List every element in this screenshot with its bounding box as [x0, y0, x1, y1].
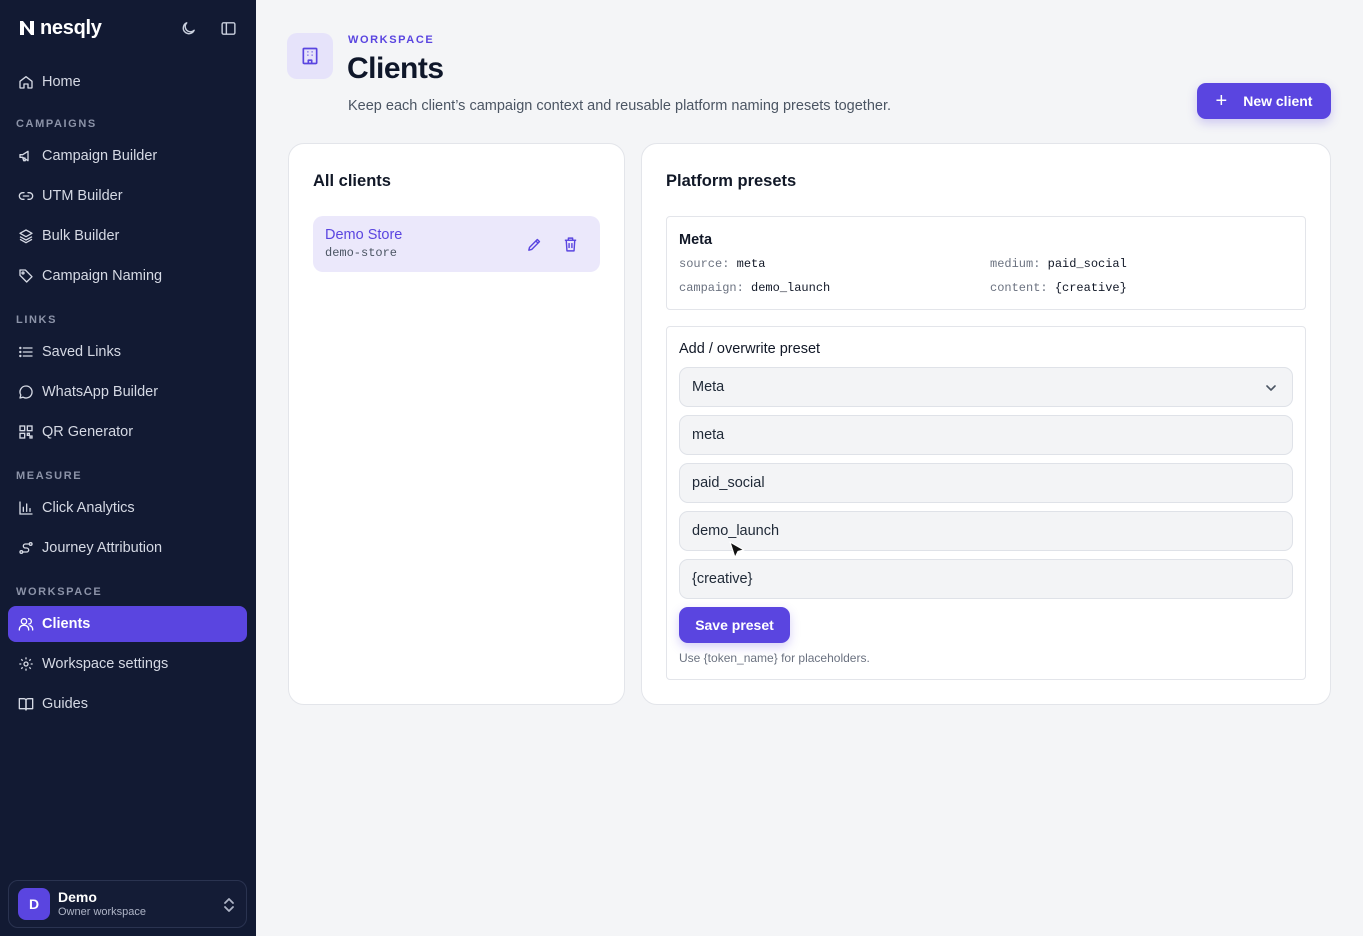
clients-card-title: All clients	[313, 172, 391, 190]
sidebar-item-campaign-builder[interactable]: Campaign Builder	[8, 138, 247, 174]
edit-client-button[interactable]	[524, 234, 544, 254]
sidebar-item-label: Campaign Naming	[42, 268, 163, 284]
sidebar-item-bulk-builder[interactable]: Bulk Builder	[8, 218, 247, 254]
sidebar-item-click-analytics[interactable]: Click Analytics	[8, 490, 247, 526]
page-icon	[287, 33, 333, 79]
client-slug: demo-store	[325, 246, 398, 260]
list-icon	[19, 346, 33, 358]
journey-icon	[19, 542, 33, 554]
campaign-input[interactable]	[679, 511, 1293, 551]
preset-content: content: {creative}	[990, 281, 1127, 295]
chevron-up-down-icon	[224, 898, 234, 912]
link-icon	[18, 192, 34, 200]
preset-form-title: Add / overwrite preset	[679, 341, 821, 357]
sidebar-item-label: Journey Attribution	[42, 540, 163, 556]
platform-select-value: Meta	[692, 379, 725, 395]
presets-card: Platform presets Meta source: meta mediu…	[641, 143, 1331, 705]
sidebar-item-journey-attribution[interactable]: Journey Attribution	[8, 530, 247, 566]
book-icon	[18, 698, 34, 711]
gear-icon	[19, 657, 33, 671]
sidebar-item-label: WhatsApp Builder	[42, 384, 159, 400]
preset-medium: medium: paid_social	[990, 257, 1127, 271]
sidebar-item-label: Guides	[42, 696, 88, 712]
platform-select[interactable]: Meta	[679, 367, 1293, 407]
users-icon	[18, 618, 34, 631]
tag-icon	[19, 269, 33, 283]
page-subtitle: Keep each client’s campaign context and …	[348, 98, 892, 114]
presets-card-title: Platform presets	[666, 172, 797, 190]
sidebar-item-home[interactable]: Home	[8, 64, 247, 100]
save-preset-button[interactable]: Save preset	[679, 607, 790, 643]
clients-card: All clients Demo Store demo-store	[288, 143, 625, 705]
sidebar-panel-icon	[220, 21, 236, 35]
bar-chart-icon	[19, 501, 33, 515]
chat-bubble-icon	[19, 385, 33, 399]
preset-name: Meta	[679, 232, 713, 248]
sidebar-item-clients[interactable]: Clients	[8, 606, 247, 642]
app-name: nesqly	[40, 16, 102, 39]
collapse-sidebar-button[interactable]	[218, 18, 238, 38]
sidebar-item-guides[interactable]: Guides	[8, 686, 247, 722]
sidebar-item-utm-builder[interactable]: UTM Builder	[8, 178, 247, 214]
sidebar-item-label: QR Generator	[42, 424, 134, 440]
dark-mode-toggle[interactable]	[178, 18, 198, 38]
pencil-icon	[527, 238, 540, 251]
chevron-down-icon	[1266, 385, 1276, 391]
logo[interactable]: nesqly	[18, 16, 240, 40]
content-input[interactable]	[679, 559, 1293, 599]
home-icon	[19, 76, 33, 89]
sidebar-item-label: Clients	[42, 616, 91, 632]
workspace-switcher[interactable]: D Demo Owner workspace	[8, 880, 247, 928]
section-label-campaigns: CAMPAIGNS	[16, 118, 97, 130]
sidebar-item-label: UTM Builder	[42, 188, 123, 204]
sidebar-item-saved-links[interactable]: Saved Links	[8, 334, 247, 370]
section-label-links: LINKS	[16, 314, 57, 326]
preset-campaign: campaign: demo_launch	[679, 281, 831, 295]
preset-summary-meta: Meta source: meta medium: paid_social ca…	[666, 216, 1306, 310]
workspace-name: Demo	[58, 889, 97, 905]
section-label-workspace: WORKSPACE	[16, 586, 103, 598]
megaphone-icon	[19, 150, 29, 162]
mouse-cursor-icon	[729, 541, 745, 559]
moon-icon	[182, 21, 195, 34]
sidebar-item-label: Saved Links	[42, 344, 121, 360]
sidebar-item-qr-generator[interactable]: QR Generator	[8, 414, 247, 450]
placeholder-hint: Use {token_name} for placeholders.	[679, 651, 870, 665]
new-client-label: New client	[1243, 93, 1313, 109]
page-eyebrow: WORKSPACE	[348, 34, 435, 46]
section-label-measure: MEASURE	[16, 470, 83, 482]
plus-icon: +	[1215, 90, 1228, 112]
sidebar-item-label: Home	[42, 74, 81, 90]
delete-client-button[interactable]	[560, 234, 580, 254]
avatar: D	[18, 888, 50, 920]
page-title: Clients	[347, 52, 444, 85]
layers-icon	[19, 229, 33, 244]
client-item-demo-store[interactable]: Demo Store demo-store	[313, 216, 600, 272]
new-client-button[interactable]: + New client	[1197, 83, 1331, 119]
logo-mark-icon	[20, 21, 34, 35]
building-icon	[302, 47, 318, 65]
sidebar: nesqly Home CAMPAIGNS Campaign Builder U…	[0, 0, 256, 936]
sidebar-item-label: Click Analytics	[42, 500, 135, 516]
client-name: Demo Store	[325, 227, 403, 243]
sidebar-item-label: Bulk Builder	[42, 228, 120, 244]
sidebar-item-label: Workspace settings	[42, 656, 169, 672]
sidebar-item-workspace-settings[interactable]: Workspace settings	[8, 646, 247, 682]
sidebar-item-label: Campaign Builder	[42, 148, 158, 164]
trash-icon	[564, 236, 576, 252]
preset-source: source: meta	[679, 257, 766, 271]
preset-form: Add / overwrite preset Meta Save preset …	[666, 326, 1306, 680]
workspace-role: Owner workspace	[58, 905, 147, 918]
sidebar-item-campaign-naming[interactable]: Campaign Naming	[8, 258, 247, 294]
medium-input[interactable]	[679, 463, 1293, 503]
sidebar-item-whatsapp-builder[interactable]: WhatsApp Builder	[8, 374, 247, 410]
qr-code-icon	[19, 425, 33, 439]
source-input[interactable]	[679, 415, 1293, 455]
